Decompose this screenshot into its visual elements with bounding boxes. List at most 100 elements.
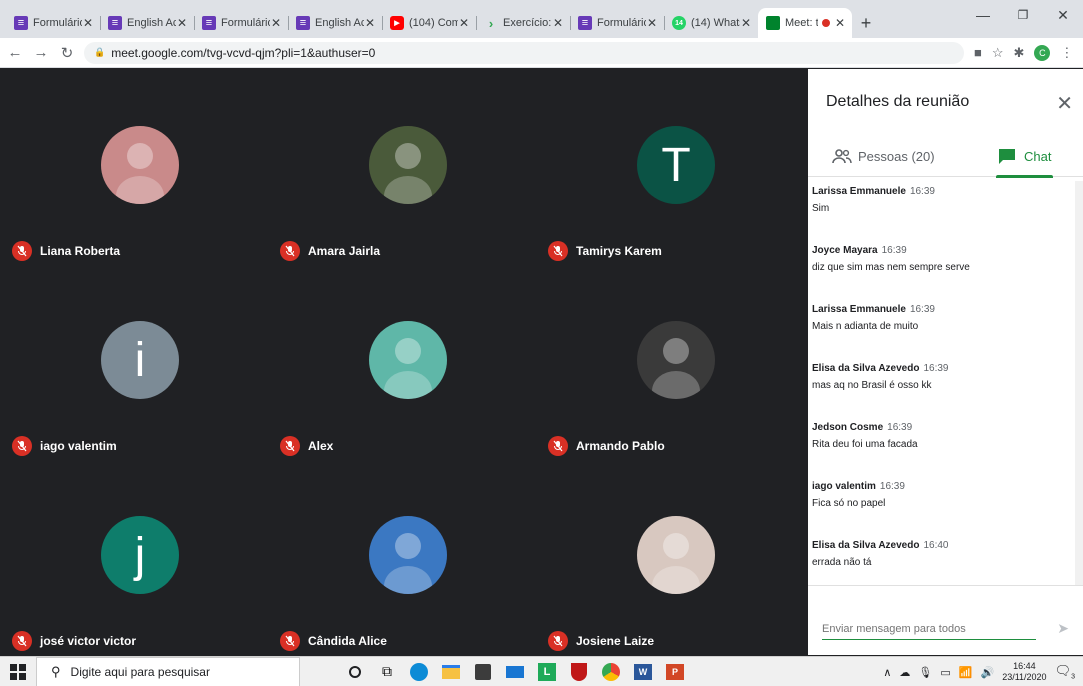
participant-tile[interactable]: T Tamirys Karem [536, 69, 804, 264]
tab-close-icon[interactable]: ✕ [646, 16, 658, 30]
browser-tab[interactable]: › Exercício: Te✕ [476, 8, 570, 38]
close-icon[interactable]: ✕ [1056, 91, 1073, 116]
participant-tile[interactable]: Cândida Alice [268, 459, 536, 654]
browser-tab[interactable]: Formulário✕ [6, 8, 100, 38]
participant-nameplate: Liana Roberta [12, 241, 120, 261]
chat-message: Elisa da Silva Azevedo 16:40 errada não tá [812, 535, 1072, 568]
chrome-icon[interactable] [596, 657, 626, 686]
participant-nameplate: Amara Jairla [280, 241, 380, 261]
mail-icon[interactable] [500, 657, 530, 686]
tab-close-icon[interactable]: ✕ [82, 16, 94, 30]
participant-tile[interactable]: i iago valentim [0, 264, 268, 459]
chat-message-header: Larissa Emmanuele 16:39 [812, 181, 1072, 199]
chat-message-header: Larissa Emmanuele 16:39 [812, 299, 1072, 317]
word-icon[interactable]: W [628, 657, 658, 686]
camera-icon[interactable]: ■ [974, 45, 982, 60]
microphone-icon[interactable]: 🎙 [918, 666, 932, 679]
address-bar[interactable]: 🔒 meet.google.com/tvg-vcvd-qjm?pli=1&aut… [84, 41, 964, 64]
participant-avatar [637, 516, 715, 594]
participant-nameplate: Tamirys Karem [548, 241, 662, 261]
menu-kebab-icon[interactable]: ⋮ [1060, 45, 1073, 61]
notification-icon[interactable]: 🗨3 [1055, 663, 1075, 681]
participant-tile[interactable]: Josiene Laize [536, 459, 804, 654]
tab-close-icon[interactable]: ✕ [364, 16, 376, 30]
participant-tile[interactable]: Alex [268, 264, 536, 459]
tab-chat[interactable]: Chat [996, 135, 1054, 178]
browser-tab[interactable]: English Acti✕ [288, 8, 382, 38]
tab-close-icon[interactable]: ✕ [834, 16, 846, 30]
tab-people[interactable]: Pessoas (20) [832, 135, 935, 177]
cortana-icon[interactable] [340, 657, 370, 686]
participant-name: iago valentim [40, 439, 117, 453]
participant-tile[interactable]: Armando Pablo [536, 264, 804, 459]
mic-off-icon [548, 631, 568, 651]
participant-nameplate: Josiene Laize [548, 631, 654, 651]
edge-icon[interactable] [404, 657, 434, 686]
tab-title: English Acti [315, 17, 364, 29]
participant-name: Cândida Alice [308, 634, 387, 648]
new-tab-button[interactable]: + [852, 8, 880, 38]
bookmark-star-icon[interactable]: ☆ [992, 45, 1004, 61]
browser-tab[interactable]: Formulário✕ [570, 8, 664, 38]
system-clock[interactable]: 16:44 23/11/2020 [1002, 661, 1046, 683]
mic-off-icon [12, 241, 32, 261]
participant-tile[interactable]: Liana Roberta [0, 69, 268, 264]
mic-off-icon [12, 436, 32, 456]
task-view-icon[interactable]: ⧉ [372, 657, 402, 686]
browser-tab[interactable]: (104) Como✕ [382, 8, 476, 38]
tab-close-icon[interactable]: ✕ [176, 16, 188, 30]
participant-avatar [101, 126, 179, 204]
chat-message-header: Elisa da Silva Azevedo 16:39 [812, 358, 1072, 376]
chat-message-header: iago valentim 16:39 [812, 476, 1072, 494]
chat-time: 16:39 [909, 304, 935, 315]
taskbar-search[interactable]: ⚲ Digite aqui para pesquisar [36, 656, 300, 686]
minimize-button[interactable]: — [963, 0, 1003, 30]
powerpoint-icon[interactable]: P [660, 657, 690, 686]
chat-message: Jedson Cosme 16:39 Rita deu foi uma facada [812, 417, 1072, 450]
reload-button[interactable]: ↻ [56, 44, 78, 62]
tab-close-icon[interactable]: ✕ [740, 16, 752, 30]
forward-button[interactable]: → [30, 44, 52, 61]
chat-message: Larissa Emmanuele 16:39 Sim [812, 181, 1072, 214]
windows-start-icon[interactable] [0, 657, 36, 686]
chevron-up-icon[interactable]: ∧ [883, 666, 891, 679]
back-button[interactable]: ← [4, 44, 26, 61]
participant-nameplate: Armando Pablo [548, 436, 665, 456]
avatar-photo-icon [384, 533, 432, 594]
chat-message: Elisa da Silva Azevedo 16:39 mas aq no Bra… [812, 358, 1072, 391]
tab-close-icon[interactable]: ✕ [552, 16, 564, 30]
wifi-icon[interactable]: 📶 [959, 666, 973, 679]
network-icon[interactable]: ▭ [940, 666, 950, 679]
browser-tab[interactable]: Formulário✕ [194, 8, 288, 38]
chat-message-input[interactable] [822, 618, 1036, 640]
participant-avatar: j [101, 516, 179, 594]
clock-date: 23/11/2020 [1002, 672, 1047, 682]
system-tray: ∧ ☁ 🎙 ▭ 📶 🔊 16:44 23/11/2020 🗨3 [883, 657, 1083, 686]
avatar-photo-icon [116, 143, 164, 204]
chat-scrollbar[interactable] [1075, 181, 1083, 585]
tab-close-icon[interactable]: ✕ [458, 16, 470, 30]
tab-title: Formulário [597, 17, 646, 29]
send-icon[interactable]: ➤ [1057, 620, 1069, 637]
onedrive-icon[interactable]: ☁ [899, 666, 910, 679]
browser-tab[interactable]: English Acti✕ [100, 8, 194, 38]
lens-app-icon[interactable]: L [532, 657, 562, 686]
profile-avatar[interactable]: C [1034, 44, 1051, 61]
chat-text: errada não tá [812, 557, 872, 568]
restore-button[interactable]: ❐ [1003, 0, 1043, 30]
browser-tab[interactable]: Meet: t ✕ [758, 8, 852, 38]
close-window-button[interactable]: ✕ [1043, 0, 1083, 30]
mcafee-icon[interactable] [564, 657, 594, 686]
store-icon[interactable] [468, 657, 498, 686]
participant-tile[interactable]: Amara Jairla [268, 69, 536, 264]
file-explorer-icon[interactable] [436, 657, 466, 686]
volume-icon[interactable]: 🔊 [980, 666, 994, 679]
notification-count: 3 [1071, 673, 1075, 681]
participant-nameplate: Cândida Alice [280, 631, 387, 651]
tab-close-icon[interactable]: ✕ [270, 16, 282, 30]
clock-time: 16:44 [1013, 661, 1036, 671]
browser-tab[interactable]: 14 (14) Whats/✕ [664, 8, 758, 38]
chat-sender: Joyce Mayara [812, 245, 878, 256]
participant-tile[interactable]: j josé victor victor [0, 459, 268, 654]
extensions-puzzle-icon[interactable]: ✱ [1014, 45, 1025, 61]
